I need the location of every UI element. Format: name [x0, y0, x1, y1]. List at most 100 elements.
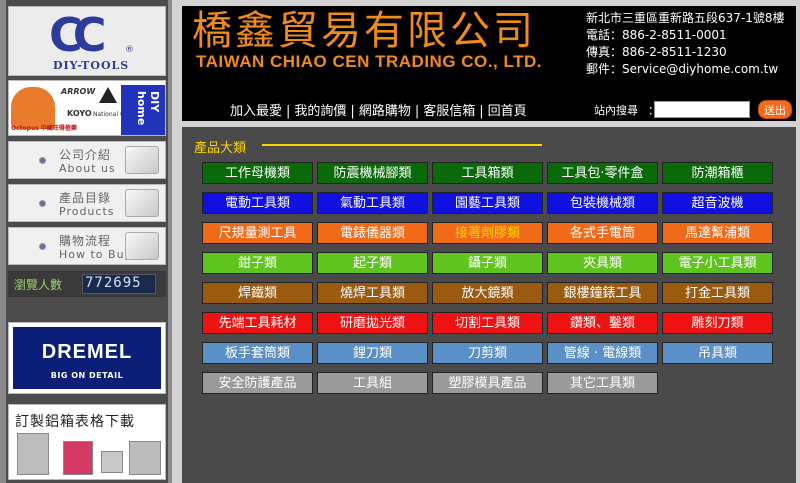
- nav-online-shopping[interactable]: 網路購物: [359, 100, 411, 119]
- category-button[interactable]: 防震機械腳類: [317, 162, 428, 184]
- case-image-icon: [17, 433, 49, 475]
- top-nav: 加入最愛 | 我的詢價 | 網路購物 | 客服信箱 | 回首頁: [230, 100, 527, 119]
- category-button[interactable]: 管線 · 電線類: [547, 342, 658, 364]
- category-button[interactable]: 其它工具類: [547, 372, 658, 394]
- menu-how-to-buy[interactable]: 購物流程 How to Buy: [8, 227, 166, 265]
- category-button[interactable]: 雕刻刀類: [662, 312, 773, 334]
- company-logo[interactable]: CC ® DIY-TOOLS: [8, 6, 166, 76]
- category-title-underline: [262, 144, 542, 146]
- shopping-cart-icon: [125, 232, 159, 260]
- category-button[interactable]: 起子類: [317, 252, 428, 274]
- category-button[interactable]: 板手套筒類: [202, 342, 313, 364]
- contact-fax: 傳真：886-2-8511-1230: [586, 45, 727, 59]
- arrow-brand-label: ARROW: [61, 87, 96, 96]
- menu-about-us[interactable]: 公司介紹 About us: [8, 141, 166, 179]
- triangle-logo-icon: [99, 87, 117, 103]
- category-button[interactable]: 刀剪類: [432, 342, 543, 364]
- bullet-icon: [39, 200, 46, 207]
- contact-phone: 電話：886-2-8511-0001: [586, 28, 727, 42]
- sidebar: CC ® DIY-TOOLS Octopus 中國旺得蓓樂 ARROW KOYO…: [0, 0, 172, 483]
- category-button[interactable]: 吊具類: [662, 342, 773, 364]
- category-section-title: 產品大類: [194, 141, 247, 156]
- search-input[interactable]: [654, 101, 750, 118]
- custom-case-download-banner[interactable]: 訂製鋁箱表格下載: [8, 404, 166, 480]
- category-button[interactable]: 園藝工具類: [432, 192, 543, 214]
- contact-address: 新北市三重區重新路五段637-1號8樓: [586, 11, 785, 25]
- catalog-icon: [125, 189, 159, 217]
- search-label: 站內搜尋: [594, 104, 638, 117]
- contact-email[interactable]: 郵件：Service@diyhome.com.tw: [586, 61, 785, 78]
- category-button[interactable]: 打金工具類: [662, 282, 773, 304]
- category-button[interactable]: 超音波機: [662, 192, 773, 214]
- category-button[interactable]: 鑽類、鑿類: [547, 312, 658, 334]
- logo-mark: CC: [49, 8, 106, 62]
- category-button[interactable]: 電錶儀器類: [317, 222, 428, 244]
- bullet-icon: [39, 157, 46, 164]
- menu-howtobuy-en: How to Buy: [59, 248, 133, 261]
- registered-mark: ®: [125, 45, 134, 55]
- dremel-banner[interactable]: DREMEL BIG ON DETAIL: [8, 322, 166, 394]
- menu-howtobuy-zh: 購物流程: [59, 234, 112, 248]
- nav-service-mail[interactable]: 客服信箱: [423, 100, 475, 119]
- company-name-en: TAIWAN CHIAO CEN TRADING CO., LTD.: [196, 52, 542, 71]
- category-button[interactable]: 塑膠模具產品: [432, 372, 543, 394]
- dremel-logo: DREMEL BIG ON DETAIL: [13, 327, 161, 389]
- category-button[interactable]: 安全防護產品: [202, 372, 313, 394]
- visitor-counter-label: 瀏覽人數: [14, 278, 63, 292]
- case-image-icon: [101, 451, 123, 473]
- nav-divider: |: [286, 104, 291, 119]
- category-button[interactable]: 工具組: [317, 372, 428, 394]
- category-button[interactable]: 鋰刀類: [317, 342, 428, 364]
- category-button[interactable]: 電子小工具類: [662, 252, 773, 274]
- nav-divider: |: [479, 104, 484, 119]
- logo-text: DIY-TOOLS: [53, 59, 130, 72]
- category-button[interactable]: 氣動工具類: [317, 192, 428, 214]
- category-button[interactable]: 工具包·零件盒: [547, 162, 658, 184]
- diyhome-label: DIY home: [135, 91, 161, 126]
- nav-my-inquiry[interactable]: 我的詢價: [294, 100, 346, 119]
- monitor-icon: [125, 146, 159, 174]
- category-button[interactable]: 鑷子類: [432, 252, 543, 274]
- category-button[interactable]: 切割工具類: [432, 312, 543, 334]
- menu-products-zh: 產品目錄: [59, 191, 112, 205]
- category-button[interactable]: 包裝機械類: [547, 192, 658, 214]
- category-button[interactable]: 焊鐵類: [202, 282, 313, 304]
- category-button[interactable]: 研磨拋光類: [317, 312, 428, 334]
- main-content: 產品大類 工作母機類 防震機械腳類 工具箱類 工具包·零件盒 防潮箱櫃電動工具類 氣動工具…: [182, 127, 796, 483]
- menu-products-en: Products: [59, 205, 115, 218]
- category-button[interactable]: 工具箱類: [432, 162, 543, 184]
- dremel-tagline: BIG ON DETAIL: [50, 371, 124, 380]
- nav-divider: |: [350, 104, 355, 119]
- visitor-counter-value: 772695: [82, 274, 156, 294]
- category-button[interactable]: 接著劑膠類: [432, 222, 543, 244]
- category-button[interactable]: 工作母機類: [202, 162, 313, 184]
- site-header: 橋鑫貿易有限公司 TAIWAN CHIAO CEN TRADING CO., L…: [182, 6, 796, 121]
- case-image-icon: [63, 441, 93, 475]
- dremel-word: DREMEL: [41, 341, 133, 363]
- search-submit-button[interactable]: 送出: [758, 100, 792, 119]
- case-banner-title: 訂製鋁箱表格下載: [15, 414, 135, 430]
- nav-home[interactable]: 回首頁: [488, 100, 527, 119]
- category-button[interactable]: 放大鏡類: [432, 282, 543, 304]
- category-button[interactable]: 各式手電筒: [547, 222, 658, 244]
- nav-divider: |: [414, 104, 420, 119]
- category-button[interactable]: 銀樓鐘錶工具: [547, 282, 658, 304]
- category-button[interactable]: 夾具類: [547, 252, 658, 274]
- koyo-brand-label: KOYO: [67, 109, 92, 118]
- menu-about-en: About us: [59, 162, 116, 175]
- diyhome-logo: DIY home: [121, 85, 165, 135]
- brand-logos-banner[interactable]: Octopus 中國旺得蓓樂 ARROW KOYO National 松下電工 …: [8, 80, 166, 136]
- menu-products[interactable]: 產品目錄 Products: [8, 184, 166, 222]
- category-button[interactable]: 先端工具耗材: [202, 312, 313, 334]
- visitor-counter: 瀏覽人數 772695: [8, 271, 166, 297]
- category-button[interactable]: 尺規量測工具: [202, 222, 313, 244]
- case-image-icon: [129, 441, 161, 475]
- category-button[interactable]: 馬達幫浦類: [662, 222, 773, 244]
- category-button[interactable]: 燒焊工具類: [317, 282, 428, 304]
- category-button[interactable]: 鉗子類: [202, 252, 313, 274]
- category-button[interactable]: 電動工具類: [202, 192, 313, 214]
- contact-info: 新北市三重區重新路五段637-1號8樓 電話：886-2-8511-0001 傳…: [586, 10, 785, 78]
- nav-add-favorite[interactable]: 加入最愛: [230, 100, 282, 119]
- company-name-zh: 橋鑫貿易有限公司: [192, 8, 536, 54]
- category-button[interactable]: 防潮箱櫃: [662, 162, 773, 184]
